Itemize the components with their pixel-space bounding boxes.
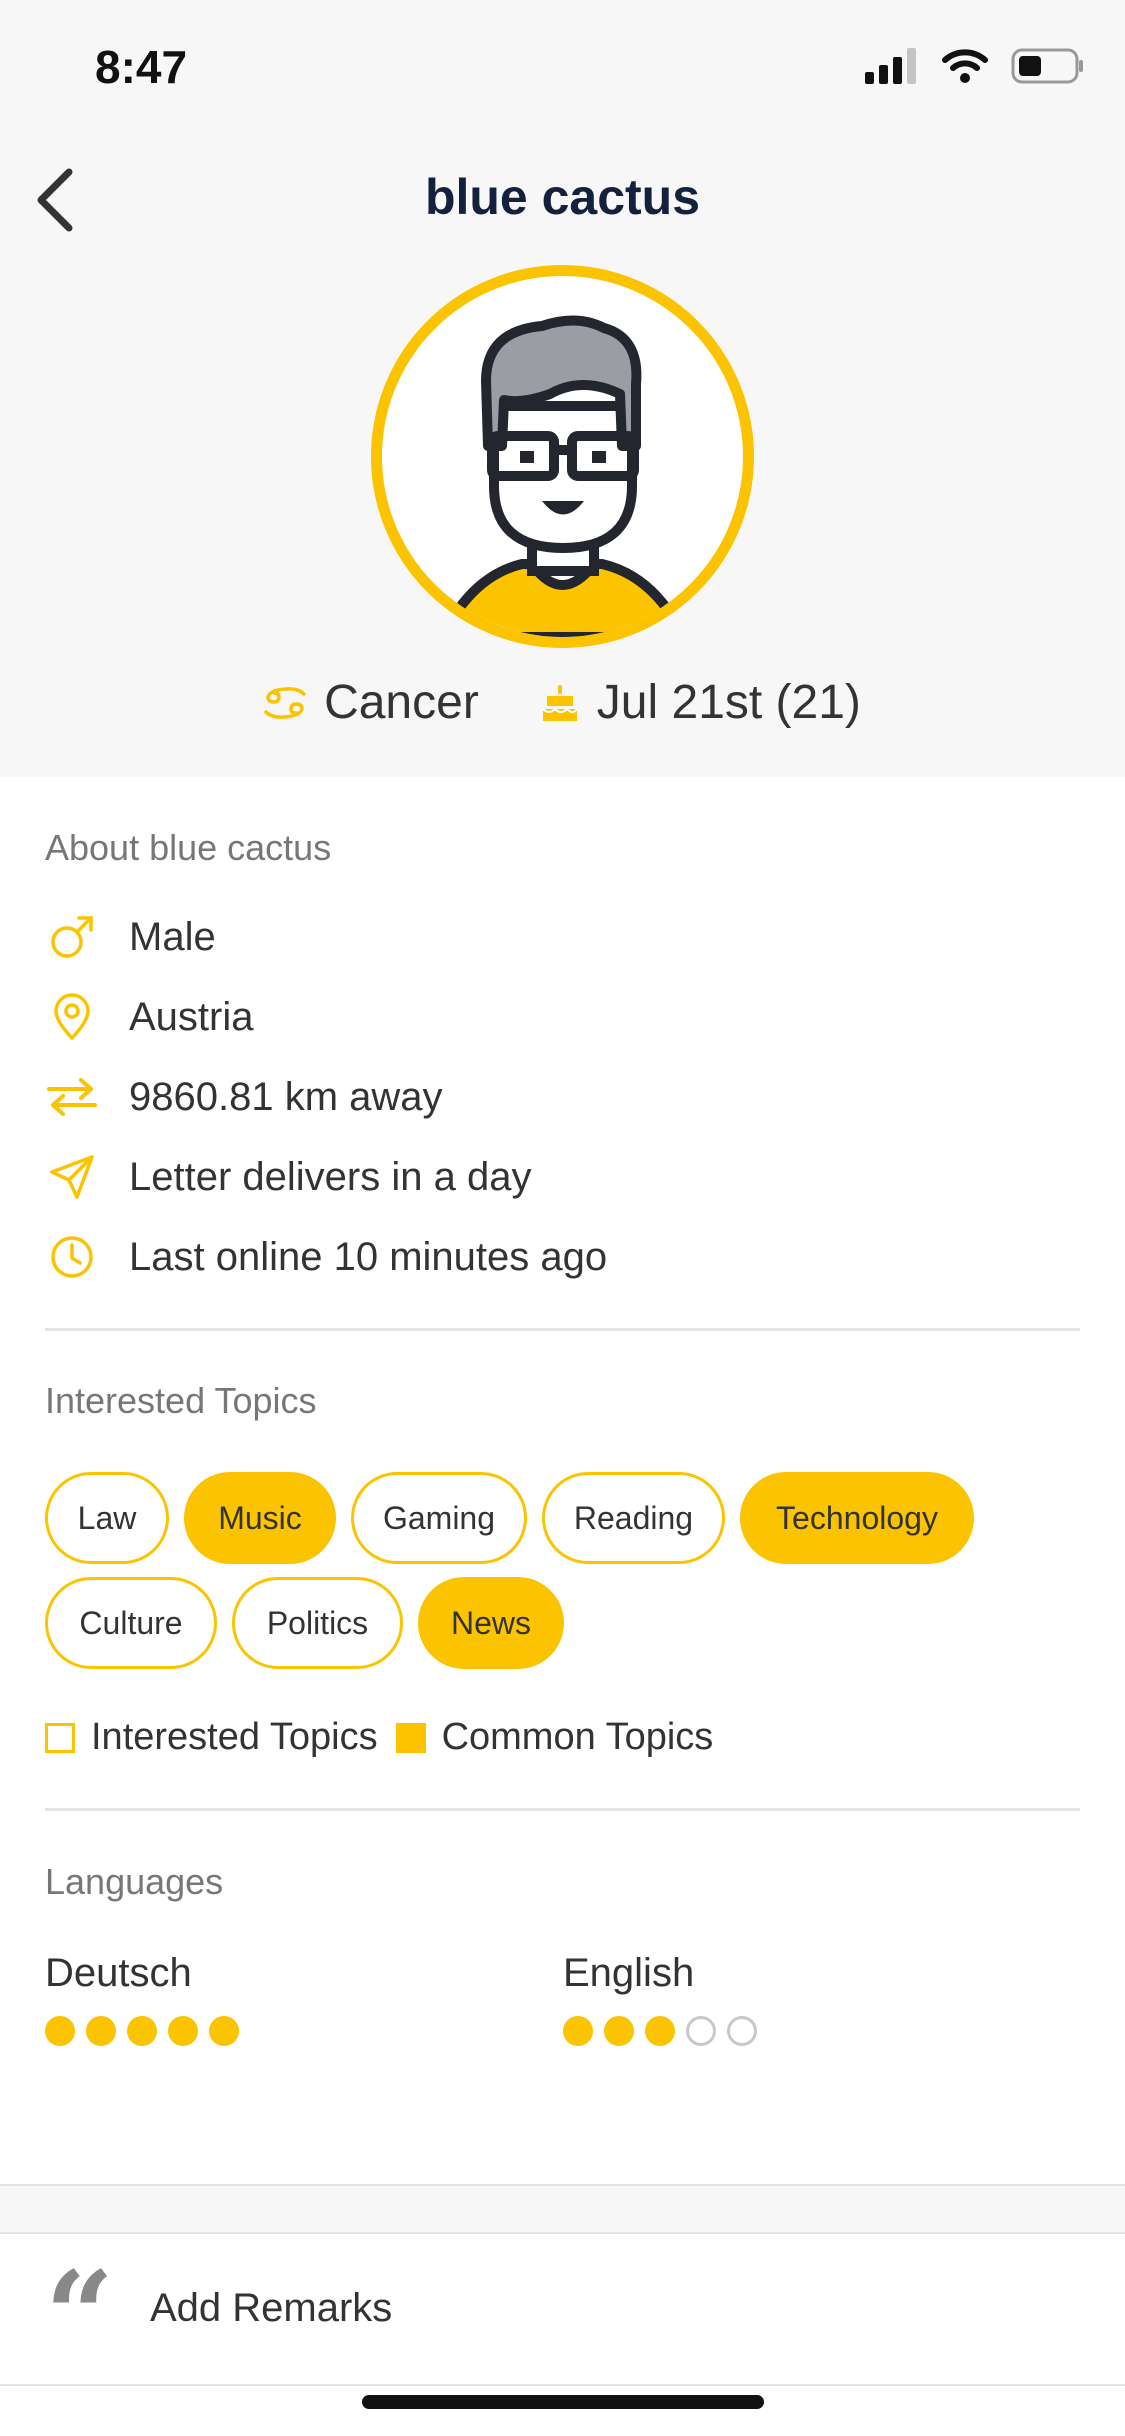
legend-common-swatch [395, 1722, 426, 1753]
paper-plane-icon [50, 1155, 94, 1199]
legend-interested-swatch [45, 1722, 75, 1753]
zodiac: Cancer [264, 675, 479, 730]
status-time: 8:47 [95, 41, 188, 93]
location-pin-icon [54, 993, 90, 1040]
divider [45, 1808, 1080, 1811]
topic-chip-technology[interactable]: Technology [740, 1472, 974, 1564]
language-name-deutsch: Deutsch [45, 1951, 192, 1995]
cake-icon [542, 684, 578, 721]
level-dot-filled [209, 2016, 239, 2046]
topic-chip-politics[interactable]: Politics [232, 1577, 403, 1669]
divider [45, 1328, 1080, 1331]
quote-icon: “ [45, 2245, 115, 2386]
legend-interested-label: Interested Topics [91, 1716, 378, 1758]
languages-section-title: Languages [45, 1861, 224, 1902]
level-dot-filled [563, 2016, 593, 2046]
cellular-signal-icon [865, 48, 916, 84]
battery-icon [1011, 48, 1083, 84]
about-section-title: About blue cactus [45, 827, 332, 868]
page-title: blue cactus [424, 169, 701, 225]
level-dot-empty [686, 2016, 716, 2046]
language-level-deutsch [45, 2016, 239, 2046]
level-dot-filled [127, 2016, 157, 2046]
home-indicator [362, 2395, 764, 2409]
swap-arrows-icon [47, 1078, 97, 1116]
language-level-english [563, 2016, 757, 2046]
clock-icon [51, 1236, 93, 1278]
birthday: Jul 21st (21) [541, 675, 861, 730]
status-icons [865, 48, 1085, 84]
topics-section-title: Interested Topics [45, 1380, 317, 1421]
info-country: Austria [45, 987, 254, 1047]
topics-legend: Interested Topics Common Topics [45, 1716, 713, 1759]
level-dot-filled [645, 2016, 675, 2046]
distance-text: 9860.81 km away [129, 1074, 443, 1119]
topic-chip-reading[interactable]: Reading [542, 1472, 725, 1564]
delivery-text: Letter delivers in a day [129, 1154, 532, 1199]
info-distance: 9860.81 km away [45, 1067, 443, 1127]
language-name-english: English [563, 1951, 695, 1995]
avatar[interactable] [371, 265, 754, 648]
profile-meta: Cancer Jul 21st (21) [0, 675, 1125, 730]
wifi-icon [942, 49, 988, 83]
topic-chip-news[interactable]: News [418, 1577, 564, 1669]
cancer-zodiac-icon [264, 686, 306, 719]
info-gender: Male [45, 907, 216, 967]
topic-chip-law[interactable]: Law [45, 1472, 169, 1564]
info-last-online: Last online 10 minutes ago [45, 1227, 607, 1287]
topic-chip-music[interactable]: Music [184, 1472, 336, 1564]
level-dot-filled [45, 2016, 75, 2046]
level-dot-filled [168, 2016, 198, 2046]
info-delivery: Letter delivers in a day [45, 1147, 531, 1207]
add-remarks-label[interactable]: Add Remarks [150, 2286, 392, 2331]
topic-chip-gaming[interactable]: Gaming [351, 1472, 527, 1564]
gender-text: Male [129, 914, 216, 959]
birthday-label: Jul 21st (21) [596, 676, 861, 729]
level-dot-filled [604, 2016, 634, 2046]
level-dot-empty [727, 2016, 757, 2046]
section-separator [0, 2184, 1125, 2234]
country-text: Austria [129, 994, 254, 1039]
level-dot-filled [86, 2016, 116, 2046]
topic-chip-culture[interactable]: Culture [45, 1577, 217, 1669]
avatar-illustration [436, 315, 690, 637]
male-icon [51, 916, 93, 958]
zodiac-label: Cancer [324, 676, 479, 729]
legend-common-label: Common Topics [441, 1716, 714, 1758]
last-online-text: Last online 10 minutes ago [129, 1234, 608, 1279]
